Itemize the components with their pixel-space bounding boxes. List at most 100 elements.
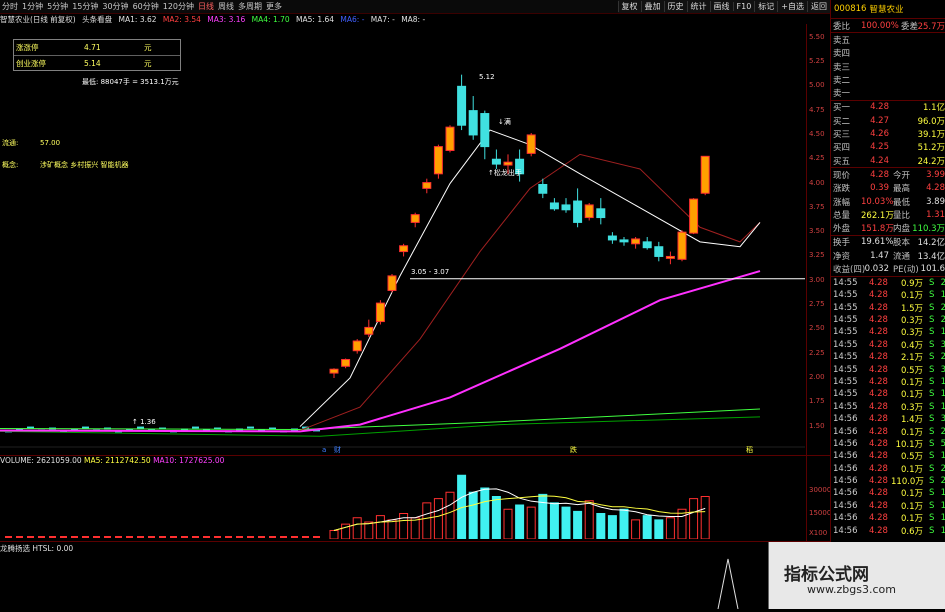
tick-row[interactable]: 14:56 4.28 0.6万 S 1 [831,524,945,537]
stat-row: 涨幅 10.03% 最低 3.89 [831,195,945,208]
timeframe-9[interactable]: 多周期 [236,1,264,12]
tick-row[interactable]: 14:56 4.28 110.0万 S 2 [831,475,945,487]
stat-label: 收益(四) [833,264,866,275]
order-label: 卖五 [833,35,851,46]
tick-row[interactable]: 14:55 4.28 0.5万 S 3 [831,363,945,376]
flag-dao: 稻 [746,445,753,454]
toolbar-button-8[interactable]: 返回 [807,1,830,12]
toolbar-button-3[interactable]: 统计 [686,1,710,12]
candle [341,358,351,367]
volume-bar [291,536,298,538]
volume-bar [549,502,559,540]
tick-volume: 0.1万 [900,514,923,525]
tick-time: 14:56 [833,488,858,499]
indicator-name[interactable]: 头条看盘 [82,15,112,24]
price-tick: 2.75 [809,300,825,309]
tick-count: 2 [940,277,945,288]
tick-volume: 0.1万 [900,464,923,475]
toolbar-button-7[interactable]: +自选 [777,1,807,12]
price-chart[interactable]: 5.12 ↓满 最低: 88047手 = 3513.1万元 流通: 57.00 概念: 涉矿… [0,24,805,454]
tick-row[interactable]: 14:55 4.28 0.3万 S 1 [831,401,945,413]
timeframe-6[interactable]: 120分钟 [161,1,196,12]
tick-row[interactable]: 14:56 4.28 1.4万 S 3 [831,413,945,425]
volume-bar [538,493,548,540]
tick-row[interactable]: 14:55 4.28 0.3万 S 1 [831,326,945,338]
timeframe-8[interactable]: 周线 [216,1,236,12]
volume-bar [192,536,199,538]
tick-time: 14:55 [833,389,858,400]
toolbar-button-5[interactable]: F10 [732,2,755,11]
volume-chart[interactable] [0,467,805,540]
volume-bar [468,491,478,540]
tick-row[interactable]: 14:56 4.28 0.1万 S 2 [831,463,945,475]
tick-volume: 0.4万 [900,340,923,351]
tick-row[interactable]: 14:56 4.28 0.1万 S 1 [831,487,945,499]
toolbar-button-4[interactable]: 画线 [709,1,733,12]
tick-row[interactable]: 14:55 4.28 0.3万 S 2 [831,314,945,326]
weibi-value: 100.00% [861,20,899,31]
candle [526,134,536,154]
stat-row: 总量 262.1万 量比 1.31 [831,208,945,221]
volume-bar [352,517,362,540]
tick-count: 3 [940,339,945,350]
timeframe-10[interactable]: 更多 [264,1,284,12]
stat-label-2: 内盘 [893,224,911,235]
tick-row[interactable]: 14:55 4.28 0.4万 S 3 [831,339,945,351]
tick-row[interactable]: 14:56 4.28 10.1万 S 5 [831,438,945,450]
toolbar-button-6[interactable]: 标记 [754,1,777,12]
tick-row[interactable]: 14:55 4.28 0.9万 S 2 [831,277,945,289]
toolbar-button-2[interactable]: 历史 [663,1,687,12]
order-row: 买四 4.25 51.2万 [831,141,945,154]
volume-info-line: VOLUME: 2621059.00 MA5: 2112742.50 MA10:… [0,456,805,466]
stock-header[interactable]: 000816 智慧农业 [831,0,945,19]
tick-volume: 0.1万 [900,501,923,512]
timeframe-3[interactable]: 15分钟 [70,1,100,12]
tick-row[interactable]: 14:55 4.28 0.1万 S 1 [831,289,945,301]
tick-row[interactable]: 14:56 4.28 0.1万 S 2 [831,425,945,438]
timeframe-1[interactable]: 1分钟 [20,1,45,12]
indicator-info-line: 智慧农业(日线 前复权) 头条看盘 MA1: 3.62 MA2: 3.54 MA… [0,14,805,24]
price-tick: 2.00 [809,372,825,381]
candle [689,198,699,234]
tick-row[interactable]: 14:55 4.28 0.1万 S 1 [831,388,945,400]
order-price: 4.25 [870,142,889,153]
timeframe-2[interactable]: 5分钟 [45,1,70,12]
timeframe-4[interactable]: 30分钟 [100,1,130,12]
tick-list[interactable]: 14:55 4.28 0.9万 S 2 14:55 4.28 0.1万 S 1 14:55 4.28 1… [831,277,945,537]
order-row: 买二 4.27 96.0万 [831,114,945,127]
weibi-label: 委比 [833,21,851,32]
tick-side: S [929,352,935,363]
watermark: 指标公式网 www.zbgs3.com [768,542,945,609]
tick-row[interactable]: 14:56 4.28 0.1万 S 1 [831,500,945,512]
tick-time: 14:55 [833,315,858,325]
timeframe-0[interactable]: 分时 [0,1,20,12]
tick-row[interactable]: 14:55 4.28 1.5万 S 2 [831,301,945,314]
liutong-label: 流通: [2,138,18,147]
ma2-value: MA2: 3.54 [162,15,201,24]
tick-row[interactable]: 14:56 4.28 0.1万 S 1 [831,512,945,524]
tick-side: S [929,463,935,474]
tick-time: 14:56 [833,525,858,536]
kaiman-annotation: ↓满 [498,117,511,126]
tick-side: S [929,327,935,338]
tick-row[interactable]: 14:55 4.28 0.1万 S 1 [831,376,945,388]
tick-price: 4.28 [869,513,888,524]
volume-bar [104,536,111,538]
timeframe-5[interactable]: 60分钟 [131,1,161,12]
toolbar-button-0[interactable]: 复权 [617,1,641,12]
stat-value-2: 1.31 [926,209,945,220]
stat-row: 换手 19.61% 股本 14.2亿 [831,236,945,249]
volume-bar [642,515,652,540]
stat-value-2: 3.89 [926,196,945,207]
toolbar-button-1[interactable]: 叠加 [640,1,664,12]
tick-price: 4.28 [869,438,888,449]
timeframe-7[interactable]: 日线 [196,1,216,12]
candle [665,255,675,259]
tick-count: 3 [940,364,945,375]
stat-label-2: 股本 [893,238,911,249]
indicator-subchart[interactable] [0,555,770,610]
tick-volume: 0.1万 [900,427,923,438]
tick-row[interactable]: 14:55 4.28 2.1万 S 2 [831,351,945,363]
tick-row[interactable]: 14:56 4.28 0.5万 S 1 [831,450,945,462]
volume-chart-svg [5,474,710,540]
